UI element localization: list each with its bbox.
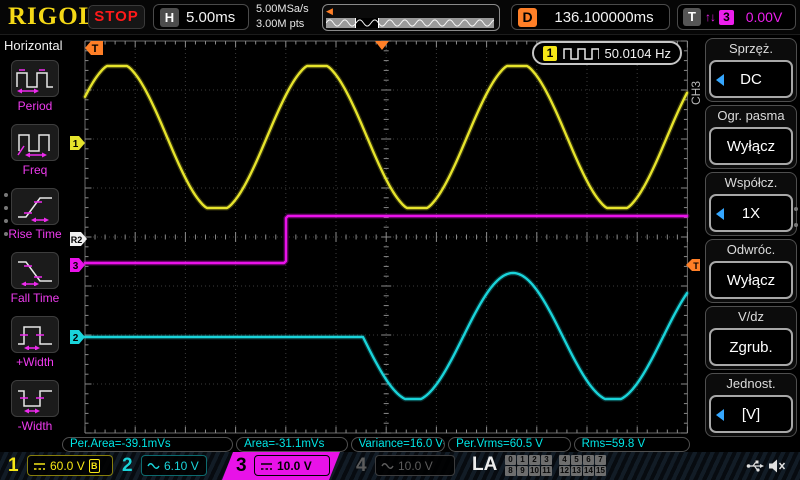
svg-text:T: T bbox=[693, 261, 699, 271]
ch1-scale-box[interactable]: 60.0 V B bbox=[27, 455, 113, 476]
softkey-units[interactable]: Jednost. [V] bbox=[705, 373, 797, 437]
ch3-selected-highlight[interactable]: 3 10.0 V bbox=[222, 452, 340, 480]
delay-value: 136.100000ms bbox=[545, 9, 663, 26]
menu-scroll-dot bbox=[4, 232, 8, 236]
delay-readout-box[interactable]: D 136.100000ms bbox=[511, 4, 670, 30]
trigger-frequency-value: 50.0104 Hz bbox=[605, 46, 672, 61]
svg-text:3: 3 bbox=[73, 261, 79, 272]
ac-coupling-icon bbox=[381, 461, 394, 471]
ref2-offset-marker[interactable]: R2 bbox=[70, 232, 87, 246]
menu-item-neg-width[interactable]: -Width bbox=[0, 380, 70, 442]
timebase-value: 5.00ms bbox=[186, 9, 235, 26]
measurement-rms[interactable]: Rms=59.8 V bbox=[574, 437, 690, 452]
trigger-position-top-icon[interactable] bbox=[375, 41, 389, 50]
pos-width-icon bbox=[15, 320, 55, 350]
softkey-invert[interactable]: Odwróc. Wyłącz bbox=[705, 239, 797, 303]
measurement-area[interactable]: Area=-31.1mVs bbox=[236, 437, 347, 452]
waveform-preview-strip[interactable]: ◀ bbox=[322, 4, 500, 31]
rise-time-icon bbox=[15, 192, 55, 222]
trigger-source-badge: 3 bbox=[719, 10, 734, 25]
preview-waveform-icon bbox=[326, 18, 494, 28]
svg-text:R2: R2 bbox=[71, 235, 83, 245]
svg-text:T: T bbox=[92, 43, 99, 55]
horizontal-measure-menu: Horizontal Period Freq Rise Time bbox=[0, 35, 70, 452]
usb-icon bbox=[746, 458, 764, 473]
channel-status-bar: 1 60.0 V B 2 6.10 V 3 10.0 V 4 10.0 V LA bbox=[0, 452, 800, 480]
ch1-offset-marker[interactable]: 1 bbox=[70, 136, 85, 150]
menu-item-freq[interactable]: Freq bbox=[0, 124, 70, 186]
select-arrow-icon bbox=[716, 208, 724, 220]
menu-scroll-dot bbox=[4, 193, 8, 197]
run-stop-status[interactable]: STOP bbox=[88, 5, 145, 29]
bw-limit-icon: B bbox=[89, 459, 100, 473]
measurement-per-vrms[interactable]: Per.Vrms=60.5 V bbox=[448, 437, 570, 452]
trigger-frequency-badge: 1 50.0104 Hz bbox=[532, 41, 682, 65]
menu-page-dot bbox=[794, 223, 798, 227]
waveform-display: T 1 R2 3 2 T bbox=[70, 35, 702, 445]
fall-time-icon bbox=[15, 256, 55, 286]
h-icon: H bbox=[160, 8, 179, 27]
top-status-bar: RIGOL STOP H 5.00ms 5.00MSa/s 3.00M pts … bbox=[0, 0, 800, 35]
dc-coupling-icon bbox=[260, 461, 273, 471]
select-arrow-icon bbox=[716, 74, 724, 86]
digital-channel-indicators[interactable]: 0 1 2 3 4 5 6 7 8 9 10 11 12 13 14 15 bbox=[505, 455, 606, 476]
speaker-muted-icon bbox=[768, 458, 786, 474]
softkey-volts-div[interactable]: V/dz Zgrub. bbox=[705, 306, 797, 370]
ch3-scale-box[interactable]: 10.0 V bbox=[254, 455, 330, 476]
trigger-position-icon: ◀ bbox=[326, 6, 333, 17]
menu-page-dot bbox=[794, 207, 798, 211]
la-label[interactable]: LA bbox=[472, 454, 497, 476]
ch2-number[interactable]: 2 bbox=[122, 455, 133, 477]
channel-settings-menu: CH3 Sprzęż. DC Ogr. pasma Wyłącz Współcz… bbox=[700, 35, 800, 452]
trace bbox=[85, 273, 687, 399]
menu-item-pos-width[interactable]: +Width bbox=[0, 316, 70, 378]
softkey-probe-ratio[interactable]: Współcz. 1X bbox=[705, 172, 797, 236]
select-arrow-icon bbox=[716, 409, 724, 421]
sample-rate: 5.00MSa/s bbox=[256, 2, 309, 17]
measurement-results-bar: Per.Area=-39.1mVs Area=-31.1mVs Variance… bbox=[62, 437, 690, 453]
graticule-grid bbox=[85, 41, 687, 433]
ch1-number[interactable]: 1 bbox=[8, 455, 19, 477]
svg-text:2: 2 bbox=[73, 333, 79, 344]
menu-scroll-dot bbox=[4, 219, 8, 223]
softkey-coupling[interactable]: Sprzęż. DC bbox=[705, 38, 797, 102]
trigger-level-value: 0.00V bbox=[738, 9, 790, 25]
left-menu-title: Horizontal bbox=[4, 38, 63, 53]
menu-channel-label: CH3 bbox=[689, 55, 703, 105]
ch3-number[interactable]: 3 bbox=[236, 455, 247, 477]
menu-item-rise-time[interactable]: Rise Time bbox=[0, 188, 70, 250]
menu-item-fall-time[interactable]: Fall Time bbox=[0, 252, 70, 314]
trigger-offscreen-left-marker[interactable]: T bbox=[85, 41, 103, 55]
acquisition-info: 5.00MSa/s 3.00M pts bbox=[256, 2, 309, 32]
square-wave-icon bbox=[563, 46, 598, 60]
softkey-bw-limit[interactable]: Ogr. pasma Wyłącz bbox=[705, 105, 797, 169]
ch2-offset-marker[interactable]: 2 bbox=[70, 330, 85, 344]
rigol-logo: RIGOL bbox=[8, 3, 96, 31]
period-icon bbox=[15, 64, 55, 94]
horizontal-timebase-box[interactable]: H 5.00ms bbox=[153, 4, 249, 30]
dc-coupling-icon bbox=[33, 461, 46, 471]
memory-depth: 3.00M pts bbox=[256, 17, 309, 32]
ch2-scale-box[interactable]: 6.10 V bbox=[141, 455, 207, 476]
trigger-readout-box[interactable]: T ↑↓ 3 0.00V bbox=[677, 4, 796, 30]
trigger-icon: T bbox=[683, 8, 701, 26]
freq-icon bbox=[15, 128, 55, 158]
ac-coupling-icon bbox=[147, 461, 160, 471]
menu-scroll-dot bbox=[4, 206, 8, 210]
menu-item-period[interactable]: Period bbox=[0, 60, 70, 122]
svg-text:1: 1 bbox=[73, 139, 79, 150]
ch4-number[interactable]: 4 bbox=[356, 455, 367, 477]
ch1-badge: 1 bbox=[543, 46, 557, 61]
delay-icon: D bbox=[518, 8, 537, 27]
ch4-scale-box[interactable]: 10.0 V bbox=[375, 455, 455, 476]
measurement-per-area[interactable]: Per.Area=-39.1mVs bbox=[62, 437, 233, 452]
trigger-slope-icon: ↑↓ bbox=[705, 10, 715, 24]
measurement-variance[interactable]: Variance=16.0 V² bbox=[351, 437, 446, 452]
neg-width-icon bbox=[15, 384, 55, 414]
ch3-offset-marker[interactable]: 3 bbox=[70, 258, 85, 272]
